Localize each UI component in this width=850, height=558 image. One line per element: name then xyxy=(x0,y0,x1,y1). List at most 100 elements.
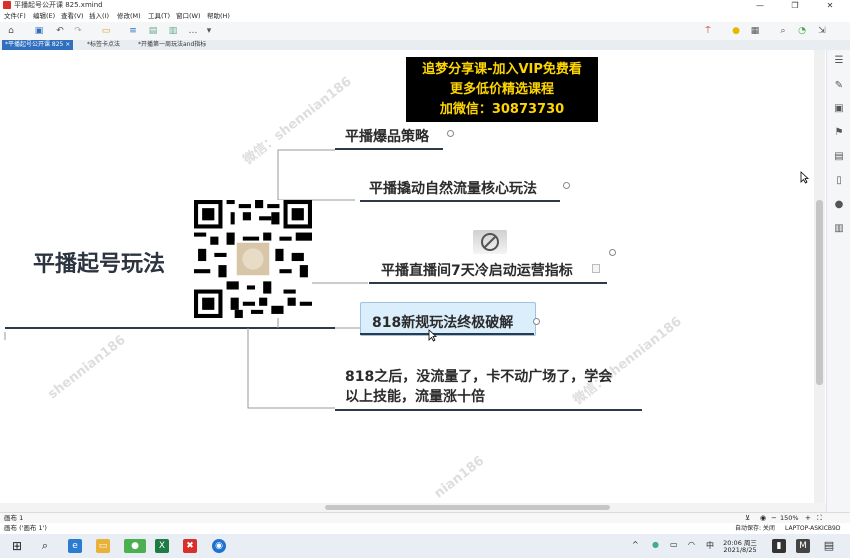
tab-close-icon[interactable]: × xyxy=(65,41,70,48)
scroll-thumb[interactable] xyxy=(816,200,823,385)
central-topic[interactable]: 平播起号玩法 xyxy=(33,246,165,278)
document-icon[interactable]: ▯ xyxy=(833,175,845,187)
banner-line: 加微信：30873730 xyxy=(439,102,565,117)
horizontal-scrollbar[interactable] xyxy=(0,503,826,512)
collapse-toggle-icon[interactable] xyxy=(447,130,454,137)
menu-file[interactable]: 文件(F) xyxy=(4,11,26,22)
open-folder-icon[interactable]: ▭ xyxy=(101,26,111,36)
clock-date[interactable]: 2021/8/25 xyxy=(722,546,758,554)
windows-start-icon[interactable]: ⊞ xyxy=(10,539,24,553)
topic-after-818-line2[interactable]: 以上技能，流量涨十倍 xyxy=(345,386,485,406)
dropdown-icon[interactable]: ▾ xyxy=(204,26,214,36)
edge-browser-icon[interactable]: e xyxy=(68,539,82,553)
topic-underline xyxy=(360,200,560,202)
maximize-button[interactable]: ❐ xyxy=(780,0,810,11)
banner-line: 更多低价精选课程 xyxy=(449,82,554,97)
xmind-app-icon xyxy=(3,1,11,9)
menu-window[interactable]: 窗口(W) xyxy=(176,11,201,22)
search-icon[interactable]: ⌕ xyxy=(778,26,788,36)
notes-icon[interactable]: ▤ xyxy=(833,151,845,163)
mouse-cursor-icon xyxy=(428,329,437,342)
topic-after-818-line1[interactable]: 818之后，没流量了，卡不动广场了，学会 xyxy=(345,366,612,386)
close-button[interactable]: ✕ xyxy=(815,0,845,11)
save-icon[interactable]: ▣ xyxy=(34,26,44,36)
chevron-up-icon[interactable]: ^ xyxy=(632,540,639,549)
wechat-icon[interactable]: ● xyxy=(124,539,146,553)
menu-tools[interactable]: 工具(T) xyxy=(148,11,170,22)
redo-icon[interactable]: ↷ xyxy=(73,26,83,36)
xmind-icon[interactable]: ✖ xyxy=(183,539,197,553)
task-icon[interactable]: ▥ xyxy=(833,223,845,235)
tab-label: *平播起号公开课 825 xyxy=(5,41,64,48)
search-icon[interactable]: ⌕ xyxy=(38,539,52,553)
menu-insert[interactable]: 插入(I) xyxy=(89,11,109,22)
window-title: 平播起号公开课 825.xmind xyxy=(14,1,103,9)
file-explorer-icon[interactable]: ▭ xyxy=(96,539,110,553)
windows-taskbar: ⊞ ⌕ e ▭ ● X ✖ ◉ ^ ● ▭ ◠ 中 20:06 周三 2021/… xyxy=(0,534,850,558)
menu-help[interactable]: 帮助(H) xyxy=(207,11,230,22)
idea-bulb-icon[interactable]: ● xyxy=(731,26,741,36)
topic-underline xyxy=(369,282,607,284)
tab-tag-method[interactable]: *标签卡点法 xyxy=(84,40,123,50)
mouse-cursor-icon xyxy=(800,171,809,184)
promo-banner: 追梦分享课-加入VIP免费看 更多低价精选课程 加微信：30873730 xyxy=(406,57,598,122)
topic-bestseller-strategy[interactable]: 平播爆品策略 xyxy=(345,126,429,146)
note-icon[interactable] xyxy=(592,264,600,273)
topic-natural-traffic[interactable]: 平播撬动自然流量核心玩法 xyxy=(369,178,537,198)
tray-app-icon[interactable]: ● xyxy=(652,540,659,549)
notification-icon[interactable]: ▤ xyxy=(822,539,836,553)
menu-bar: 文件(F) 编辑(E) 查看(V) 插入(I) 修改(M) 工具(T) 窗口(W… xyxy=(0,11,850,22)
ime-indicator[interactable]: 中 xyxy=(706,540,714,551)
battery-icon[interactable]: ▭ xyxy=(670,540,678,549)
subtopic-icon[interactable]: ▤ xyxy=(148,26,158,36)
editor-tabs: *平播起号公开课 825 × *标签卡点法 *开播第一周玩法and指标 xyxy=(0,40,850,50)
menu-view[interactable]: 查看(V) xyxy=(61,11,84,22)
image-icon[interactable]: ▣ xyxy=(833,103,845,115)
computer-name: LAPTOP-ASKICB9D xyxy=(785,525,841,532)
tab-first-week[interactable]: *开播第一周玩法and指标 xyxy=(135,40,209,50)
qr-code-image xyxy=(194,200,312,318)
flag-marker-icon[interactable]: ⚑ xyxy=(833,127,845,139)
status-text: 画布 ('画布 1') xyxy=(4,524,47,532)
presentation-icon[interactable]: ⍑ xyxy=(703,26,713,36)
comment-icon[interactable]: ● xyxy=(833,199,845,211)
collapse-toggle-icon[interactable] xyxy=(533,318,540,325)
minimize-button[interactable]: — xyxy=(745,0,775,11)
menu-modify[interactable]: 修改(M) xyxy=(117,11,141,22)
tab-public-course[interactable]: *平播起号公开课 825 × xyxy=(2,40,74,50)
share-icon[interactable]: ◔ xyxy=(797,26,807,36)
banner-line: 追梦分享课-加入VIP免费看 xyxy=(422,62,582,77)
outline-icon[interactable]: ☰ xyxy=(833,55,845,67)
floating-topic-icon[interactable]: ▥ xyxy=(168,26,178,36)
autosave-status: 自动保存: 关闭 xyxy=(735,525,775,532)
browser-icon[interactable]: ◉ xyxy=(212,539,226,553)
topic-cold-start[interactable]: 平播直播间7天冷启动运营指标 xyxy=(381,260,573,280)
tray-app-icon[interactable]: M xyxy=(796,539,810,553)
toolbar: ⌂ ▣ ↶ ↷ ▭ ≡ ▤ ▥ … ▾ ⍑ ● ▦ ⌕ ◔ ⇲ xyxy=(0,22,850,41)
menu-edit[interactable]: 编辑(E) xyxy=(33,11,55,22)
title-bar: 平播起号公开课 825.xmind — ❐ ✕ xyxy=(0,0,850,11)
collapse-toggle-icon[interactable] xyxy=(609,249,616,256)
mindmap-canvas[interactable]: 微信：shennian186 shennian186 微信：shennian18… xyxy=(0,50,813,503)
status-bar: 画布 ('画布 1') 自动保存: 关闭 LAPTOP-ASKICB9D xyxy=(0,523,850,534)
topic-underline xyxy=(335,148,443,150)
right-side-panel: ☰ ✎ ▣ ⚑ ▤ ▯ ● ▥ xyxy=(826,50,850,512)
home-icon[interactable]: ⌂ xyxy=(6,26,16,36)
scroll-thumb[interactable] xyxy=(325,505,610,510)
format-brush-icon[interactable]: ✎ xyxy=(833,80,845,92)
undo-icon[interactable]: ↶ xyxy=(55,26,65,36)
wifi-icon[interactable]: ◠ xyxy=(688,540,695,549)
prohibited-icon xyxy=(481,233,499,251)
excel-icon[interactable]: X xyxy=(155,539,169,553)
topic-818-new-rules[interactable]: 818新规玩法终极破解 xyxy=(372,312,513,332)
export-icon[interactable]: ⇲ xyxy=(817,26,827,36)
no-image-placeholder xyxy=(473,230,507,254)
topic-underline xyxy=(335,409,642,411)
topic-icon[interactable]: ≡ xyxy=(128,26,138,36)
topic-underline xyxy=(360,333,534,335)
vertical-scrollbar[interactable] xyxy=(814,50,825,503)
tray-app-icon[interactable]: ▮ xyxy=(772,539,786,553)
more-icon[interactable]: … xyxy=(188,26,198,36)
layout-icon[interactable]: ▦ xyxy=(750,26,760,36)
collapse-toggle-icon[interactable] xyxy=(563,182,570,189)
